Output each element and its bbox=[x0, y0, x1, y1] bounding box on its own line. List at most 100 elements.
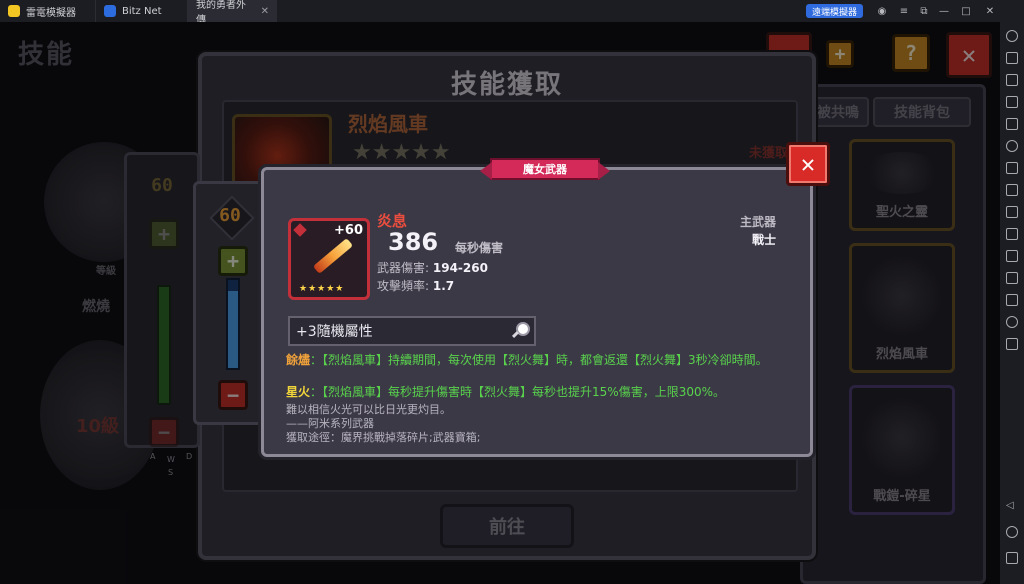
frequency-label: 攻擊頻率: bbox=[377, 279, 430, 293]
recent-apps-icon[interactable] bbox=[1006, 552, 1018, 564]
skill-name: 烈焰風車 bbox=[348, 112, 428, 136]
location-icon[interactable] bbox=[1006, 316, 1018, 328]
level-panel-back: 60 + − W bbox=[124, 152, 200, 464]
card-art bbox=[860, 256, 944, 336]
goto-button[interactable]: 前往 bbox=[440, 504, 574, 548]
attack-frequency-row: 攻擊頻率: 1.7 bbox=[377, 277, 454, 294]
volume-up-icon[interactable] bbox=[1006, 74, 1018, 86]
level-minus-button[interactable]: − bbox=[218, 380, 248, 410]
keyboard-icon[interactable] bbox=[1006, 52, 1018, 64]
level-number: 60 bbox=[151, 175, 173, 196]
star-icons: ★★★★★ bbox=[352, 140, 451, 165]
weapon-damage-row: 武器傷害: 194-260 bbox=[377, 259, 488, 276]
settings-icon[interactable] bbox=[1006, 30, 1018, 42]
level-slider[interactable] bbox=[226, 278, 240, 370]
skill-card[interactable]: 烈焰風車 bbox=[849, 243, 955, 373]
level-panel: 60 + − bbox=[193, 181, 269, 425]
emulator-sidebar: ◁ bbox=[1000, 22, 1024, 584]
card-name: 戰鎧-碎星 bbox=[873, 489, 931, 504]
skill-stars: ★★★★★ bbox=[352, 140, 451, 165]
key-a: A bbox=[150, 452, 156, 461]
status-label: 未獲取 bbox=[748, 146, 788, 161]
tab-emulator-home[interactable]: 雷電模擬器 bbox=[0, 0, 95, 22]
tab-game[interactable]: 我的勇者外傳 ✕ bbox=[0, 0, 1000, 584]
effect-starfire: 星火：【烈焰風車】每秒提升傷害時【烈火舞】每秒也提升15%傷害，上限300%。 bbox=[286, 384, 786, 400]
game-screen: 技能 等級 燃燒 10級 被共鳴 技能背包 聖火之靈 烈焰風車 戰鎧-碎星 ✕ … bbox=[0, 22, 1000, 584]
dps-label: 每秒傷害 bbox=[455, 241, 504, 255]
ribbon-label: 魔女武器 bbox=[523, 163, 567, 176]
weapon-category-ribbon: 魔女武器 bbox=[480, 158, 610, 180]
effect-key: 餘燼 bbox=[286, 353, 311, 367]
card-name: 聖火之靈 bbox=[875, 205, 928, 220]
page-title: 技能 bbox=[18, 40, 75, 70]
ldplayer-icon bbox=[8, 5, 20, 17]
random-attribute-field[interactable]: +3隨機屬性 bbox=[288, 316, 536, 346]
level-label: 等級 bbox=[96, 266, 116, 277]
record-icon[interactable] bbox=[1006, 228, 1018, 240]
weapon-class: 戰士 bbox=[751, 233, 776, 247]
restore-icon[interactable]: ⧉ bbox=[914, 0, 934, 22]
account-icon[interactable]: ◉ bbox=[872, 0, 892, 22]
tab-skill-bag[interactable]: 技能背包 bbox=[873, 97, 971, 127]
effect-text: ：【烈焰風車】每秒提升傷害時【烈火舞】每秒也提升15%傷害，上限300%。 bbox=[310, 385, 725, 399]
effect-ember: 餘燼：【烈焰風車】持續期間，每次使用【烈火舞】時，都會返還【烈火舞】3秒冷卻時間… bbox=[286, 352, 772, 368]
upgrade-level: +60 bbox=[334, 223, 363, 238]
tab-resonance[interactable]: 被共鳴 bbox=[807, 97, 869, 127]
close-window-icon[interactable]: ✕ bbox=[980, 0, 1000, 22]
fullscreen-icon[interactable] bbox=[1006, 118, 1018, 130]
tab-label: 被共鳴 bbox=[817, 105, 859, 121]
menu-icon[interactable]: ≡ bbox=[894, 0, 914, 22]
magnifier-icon[interactable] bbox=[510, 322, 530, 340]
weapon-detail-popup: 魔女武器 ✕ +60 ★★★★★ 炎息 386 每秒傷害 武器傷害: 194-2… bbox=[261, 142, 830, 457]
plus-button[interactable]: + bbox=[149, 219, 179, 249]
level-slider-track[interactable] bbox=[157, 285, 171, 405]
shared-folder-icon[interactable] bbox=[1006, 272, 1018, 284]
scissors-icon[interactable] bbox=[1006, 206, 1018, 218]
folder-icon[interactable] bbox=[1006, 294, 1018, 306]
minus-button[interactable]: − bbox=[149, 417, 179, 447]
skill-card[interactable]: 戰鎧-碎星 bbox=[849, 385, 955, 515]
close-icon: ✕ bbox=[800, 150, 816, 178]
skill-card[interactable]: 聖火之靈 bbox=[849, 139, 955, 231]
skill-label-burn: 燃燒 bbox=[82, 299, 110, 315]
multi-instance-icon[interactable] bbox=[1006, 338, 1018, 350]
key-w: W bbox=[167, 455, 175, 464]
random-attribute-label: +3隨機屬性 bbox=[296, 324, 373, 340]
remote-emulator-label: 遠端模擬器 bbox=[812, 7, 858, 18]
volume-down-icon[interactable] bbox=[1006, 96, 1018, 108]
frequency-value: 1.7 bbox=[432, 279, 455, 293]
bitz-app-icon bbox=[104, 5, 116, 17]
flame-sword-icon bbox=[312, 238, 354, 274]
damage-value: 194-260 bbox=[432, 261, 488, 275]
card-art bbox=[860, 398, 944, 478]
level-plus-button[interactable]: + bbox=[218, 246, 248, 276]
close-skills-button[interactable]: ✕ bbox=[946, 32, 992, 78]
acquire-method: 獲取途徑：魔界挑戰掉落碎片;武器寶箱; bbox=[286, 431, 481, 444]
help-button[interactable]: ? bbox=[892, 34, 930, 72]
weapon-stars: ★★★★★ bbox=[299, 284, 345, 294]
emulator-titlebar: 雷電模擬器 Bitz Net 我的勇者外傳 ✕ 遠端模擬器 ◉ ≡ ⧉ — □ … bbox=[0, 0, 1024, 584]
remote-emulator-button[interactable]: 遠端模擬器 bbox=[806, 4, 864, 18]
robot-icon[interactable] bbox=[1006, 184, 1018, 196]
lock-icon[interactable] bbox=[1006, 140, 1018, 152]
back-icon[interactable]: ◁ bbox=[1006, 500, 1018, 512]
tab-label: 技能背包 bbox=[894, 105, 950, 121]
weapon-series: ——阿米系列武器 bbox=[286, 417, 374, 430]
dps-value: 386 bbox=[388, 228, 439, 256]
rarity-badge-icon bbox=[293, 223, 307, 237]
minimize-icon[interactable]: — bbox=[934, 0, 954, 22]
close-popup-button[interactable]: ✕ bbox=[786, 142, 830, 186]
damage-label: 武器傷害: bbox=[377, 261, 430, 275]
operation-record-icon[interactable] bbox=[1006, 250, 1018, 262]
add-button[interactable]: + bbox=[826, 40, 854, 68]
tab-bitz-net[interactable]: Bitz Net bbox=[95, 0, 187, 22]
close-tab-icon[interactable]: ✕ bbox=[261, 6, 269, 17]
maximize-icon[interactable]: □ bbox=[956, 0, 976, 22]
home-icon[interactable] bbox=[1006, 526, 1018, 538]
key-s: S bbox=[168, 468, 174, 477]
tab-label: 雷電模擬器 bbox=[26, 7, 76, 19]
level-slider-fill bbox=[228, 290, 238, 368]
apk-icon[interactable] bbox=[1006, 162, 1018, 174]
goto-label: 前往 bbox=[489, 517, 525, 538]
weapon-slot: 主武器 bbox=[739, 215, 776, 229]
